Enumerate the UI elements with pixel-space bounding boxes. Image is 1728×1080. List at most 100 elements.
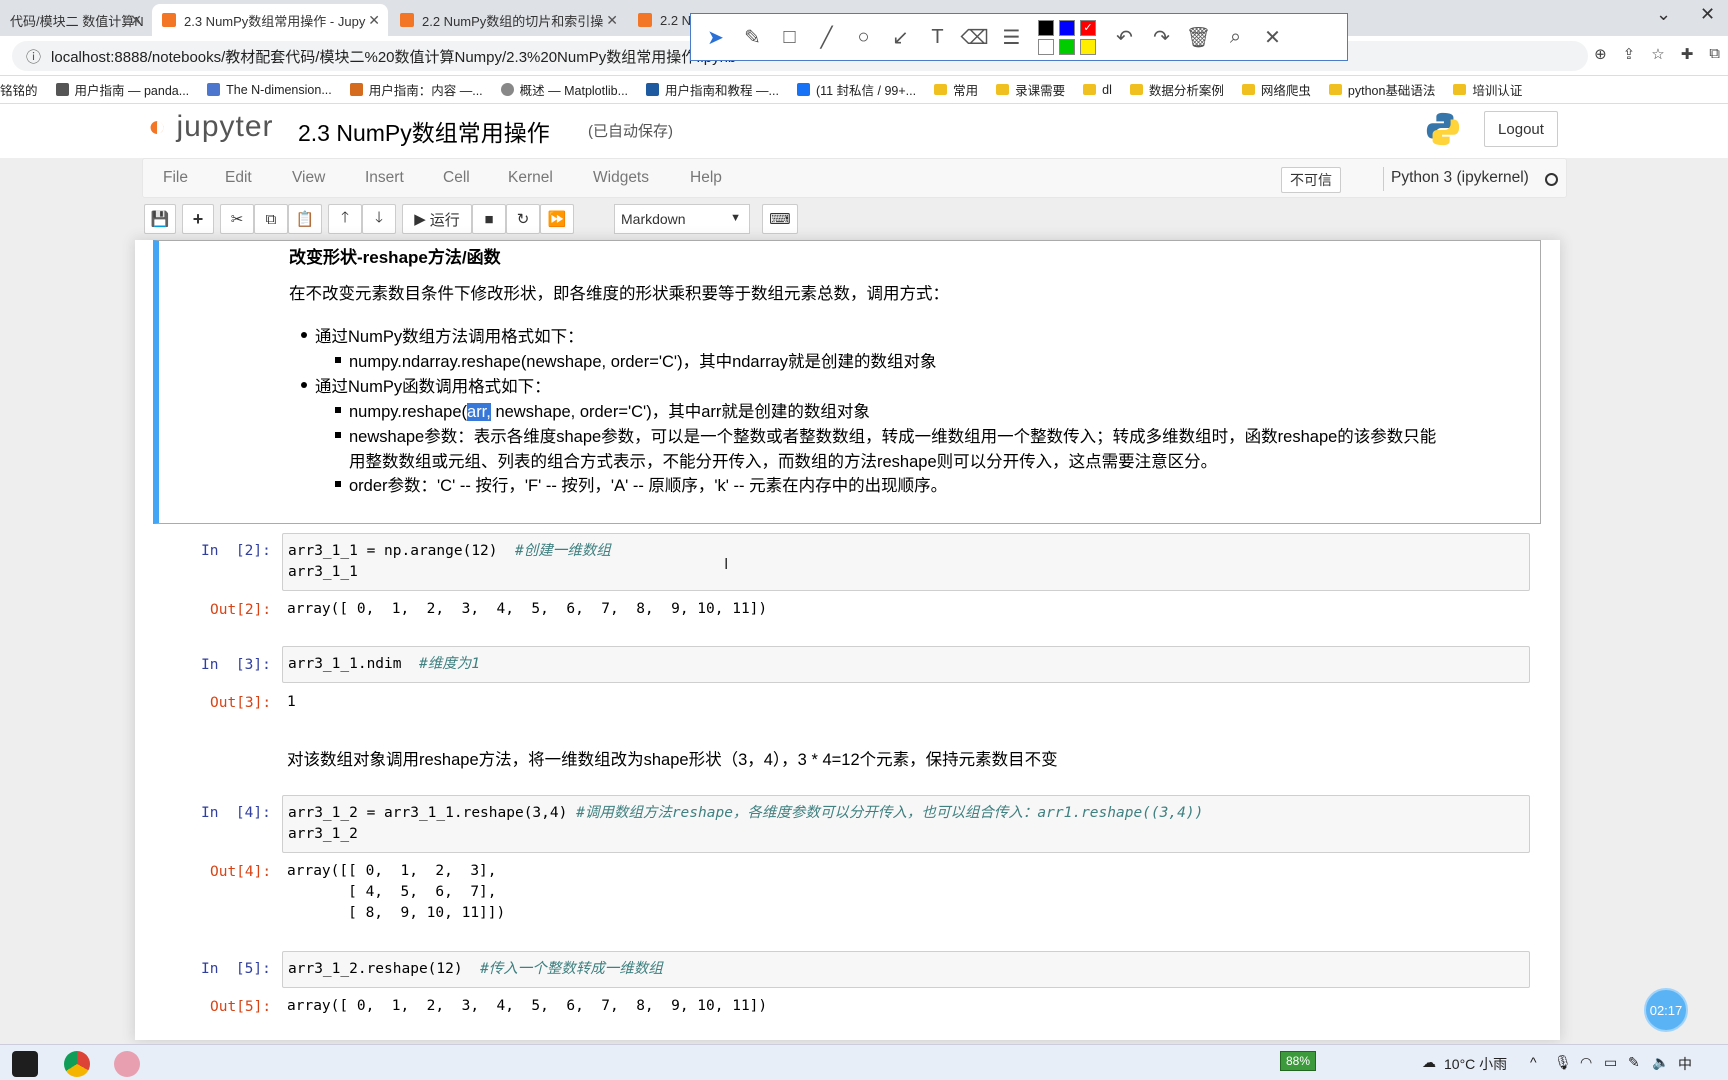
paste-button[interactable]: 📋	[288, 204, 322, 234]
cell-type-select[interactable]: Markdown ▼	[614, 204, 750, 234]
bookmark-folder[interactable]: dl	[1083, 83, 1112, 97]
move-up-button[interactable]: 🡑	[328, 204, 362, 234]
chevron-up-icon[interactable]: ^	[1530, 1054, 1537, 1070]
browser-tab[interactable]: 2.2 NumPy数组的切片和索引操 ✕	[390, 4, 626, 36]
undo-icon[interactable]: ↶	[1106, 17, 1143, 57]
recording-timer[interactable]: 02:17	[1644, 988, 1688, 1032]
code-cell-input[interactable]: arr3_1_2.reshape(12) #传入一个整数转成一维数组	[282, 951, 1530, 988]
chevron-down-icon[interactable]: ⌄	[1656, 4, 1671, 25]
share-icon[interactable]: ⇪	[1623, 45, 1636, 63]
bookmark-folder[interactable]: 录课需要	[996, 80, 1065, 99]
bookmark-folder[interactable]: 数据分析案例	[1129, 80, 1224, 99]
kernel-status-icon	[1545, 173, 1558, 186]
zoom-icon[interactable]: ⊕	[1594, 45, 1607, 63]
windows-taskbar: 88% ☁ 10°C 小雨 ^ 🎙 ◠ ▭ ✎ 🔈 中	[0, 1044, 1728, 1080]
menu-widgets[interactable]: Widgets	[593, 169, 649, 187]
matplotlib-icon	[500, 83, 514, 96]
wifi-icon[interactable]: ◠	[1580, 1054, 1592, 1071]
markdown-cell[interactable]: 改变形状-reshape方法/函数 在不改变元素数目条件下修改形状，即各维度的形…	[153, 240, 1541, 524]
pen-icon[interactable]: ✎	[734, 17, 771, 57]
circle-icon[interactable]: ○	[845, 17, 882, 57]
python-logo-icon	[1426, 112, 1460, 146]
move-down-button[interactable]: 🡓	[362, 204, 396, 234]
color-swatch-white[interactable]	[1038, 38, 1054, 55]
pen-icon[interactable]: ✎	[1628, 1054, 1640, 1071]
bookmark[interactable]: 用户指南 — panda...	[55, 80, 189, 99]
close-icon[interactable]: ✕	[368, 12, 380, 29]
zoom-icon[interactable]: ⌕	[1217, 17, 1254, 57]
bookmark[interactable]: 用户指南：内容 —...	[349, 80, 483, 99]
extension-icon[interactable]: ✚	[1681, 45, 1694, 63]
close-icon[interactable]: ✕	[130, 12, 142, 29]
list-item: 通过NumPy数组方法调用格式如下：	[315, 328, 584, 346]
browser-tab-active[interactable]: 2.3 NumPy数组常用操作 - Jupy ✕	[152, 4, 388, 36]
eraser-icon[interactable]: ⌫	[956, 17, 993, 57]
bookmark[interactable]: The N-dimension...	[207, 83, 332, 97]
browser-tab[interactable]: 2.2 N	[628, 4, 690, 36]
trash-icon[interactable]: 🗑	[1180, 17, 1217, 57]
stroke-width-icon[interactable]: ☰	[993, 17, 1030, 57]
logout-button[interactable]: Logout	[1484, 111, 1558, 147]
close-icon[interactable]: ✕	[1700, 4, 1715, 25]
microphone-icon[interactable]: 🎙	[1554, 1054, 1572, 1071]
browser-tab[interactable]: 代码/模块二 数值计算N ✕	[0, 4, 150, 36]
menu-insert[interactable]: Insert	[365, 169, 404, 187]
menu-file[interactable]: File	[163, 169, 188, 187]
rectangle-icon[interactable]: □	[771, 17, 808, 57]
weather-text[interactable]: 10°C 小雨	[1444, 1054, 1507, 1074]
puzzle-icon[interactable]: ⧉	[1709, 45, 1720, 63]
arrow-icon[interactable]: ↙	[882, 17, 919, 57]
app-icon[interactable]	[114, 1051, 140, 1077]
star-icon[interactable]: ☆	[1651, 45, 1664, 63]
monitor-icon[interactable]: ▭	[1604, 1054, 1617, 1071]
bookmark[interactable]: 铭铭的	[0, 80, 38, 99]
copy-button[interactable]: ⧉	[254, 204, 288, 234]
bookmark[interactable]: 概述 — Matplotlib...	[500, 80, 628, 99]
ime-indicator[interactable]: 中	[1678, 1054, 1692, 1074]
line-icon[interactable]: ╱	[808, 17, 845, 57]
run-button[interactable]: ▶ 运行	[402, 204, 472, 234]
text-icon[interactable]: T	[919, 17, 956, 57]
kernel-name[interactable]: Python 3 (ipykernel)	[1391, 169, 1529, 187]
trust-button[interactable]: 不可信	[1281, 167, 1341, 193]
color-swatch-red[interactable]: ✓	[1080, 19, 1096, 36]
bookmark-label: 网络爬虫	[1260, 84, 1311, 98]
menu-cell[interactable]: Cell	[443, 169, 470, 187]
jupyter-logo[interactable]: ◐ jupyter	[148, 110, 274, 144]
menu-help[interactable]: Help	[690, 169, 722, 187]
redo-icon[interactable]: ↷	[1143, 17, 1180, 57]
menu-kernel[interactable]: Kernel	[508, 169, 553, 187]
bookmark-folder[interactable]: 培训认证	[1453, 80, 1522, 99]
code-cell-input[interactable]: arr3_1_1.ndim #维度为1	[282, 646, 1530, 683]
color-swatch-green[interactable]	[1059, 38, 1075, 55]
notebook-title[interactable]: 2.3 NumPy数组常用操作	[298, 114, 550, 148]
color-swatch-blue[interactable]	[1059, 19, 1075, 36]
battery-indicator[interactable]: 88%	[1280, 1051, 1317, 1071]
code-cell-input[interactable]: arr3_1_2 = arr3_1_1.reshape(3,4) #调用数组方法…	[282, 795, 1530, 853]
bookmark-folder[interactable]: 常用	[934, 80, 978, 99]
close-icon[interactable]: ✕	[606, 12, 618, 29]
color-swatch-yellow[interactable]	[1080, 38, 1096, 55]
insert-cell-button[interactable]: +	[182, 204, 214, 234]
bookmark-folder[interactable]: python基础语法	[1328, 80, 1435, 99]
interrupt-button[interactable]: ■	[472, 204, 506, 234]
restart-button[interactable]: ↻	[506, 204, 540, 234]
bookmark-folder[interactable]: 网络爬虫	[1241, 80, 1311, 99]
command-palette-button[interactable]: ⌨	[762, 204, 798, 234]
bookmark[interactable]: 用户指南和教程 —...	[646, 80, 779, 99]
copy-icon: ⧉	[265, 210, 277, 228]
save-button[interactable]: 💾	[144, 204, 176, 234]
volume-icon[interactable]: 🔈	[1652, 1054, 1669, 1071]
bookmark[interactable]: (11 封私信 / 99+...	[796, 80, 916, 99]
terminal-icon[interactable]	[12, 1051, 38, 1077]
menu-view[interactable]: View	[292, 169, 325, 187]
cut-button[interactable]: ✂	[220, 204, 254, 234]
restart-icon: ↻	[516, 211, 530, 228]
restart-run-all-button[interactable]: ⏩	[540, 204, 574, 234]
menu-edit[interactable]: Edit	[225, 169, 252, 187]
code-cell-input[interactable]: arr3_1_1 = np.arange(12) #创建一维数组 arr3_1_…	[282, 533, 1530, 591]
chrome-icon[interactable]	[64, 1051, 90, 1077]
close-icon[interactable]: ✕	[1254, 17, 1291, 57]
color-swatch-black[interactable]	[1038, 19, 1054, 36]
pointer-icon[interactable]: ➤	[697, 17, 734, 57]
